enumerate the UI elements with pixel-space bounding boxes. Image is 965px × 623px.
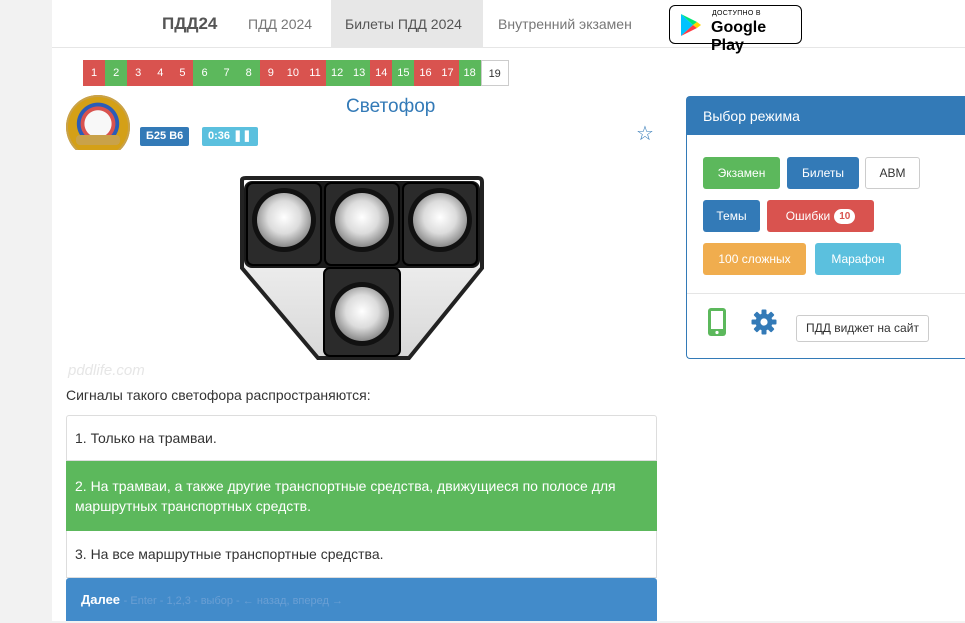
- top-navbar: ПДД24 ПДД 2024 Билеты ПДД 2024 Внутренни…: [52, 0, 965, 54]
- mode-selection-panel: Выбор режима Экзамен Билеты ABM Темы Оши…: [686, 96, 965, 359]
- question-number-6[interactable]: 6: [193, 60, 216, 86]
- page: ПДД24 ПДД 2024 Билеты ПДД 2024 Внутренни…: [0, 0, 965, 621]
- answer-option-2-correct[interactable]: 2. На трамваи, а также другие транспортн…: [66, 461, 657, 531]
- question-title: Светофор: [346, 96, 436, 117]
- nav-link-tickets[interactable]: Билеты ПДД 2024: [345, 16, 462, 32]
- question-number-1[interactable]: 1: [83, 60, 106, 86]
- exam-button[interactable]: Экзамен: [703, 157, 780, 189]
- nav-link-internal-exam[interactable]: Внутренний экзамен: [498, 16, 632, 32]
- answer-option-3[interactable]: 3. На все маршрутные транспортные средст…: [66, 531, 657, 578]
- marathon-button[interactable]: Марафон: [815, 243, 901, 275]
- image-watermark: pddlife.com: [68, 362, 145, 379]
- question-number-3[interactable]: 3: [127, 60, 150, 86]
- google-play-small-text: ДОСТУПНО В: [712, 10, 761, 17]
- question-number-12[interactable]: 12: [326, 60, 349, 86]
- settings-gear-icon[interactable]: [751, 309, 777, 335]
- next-button[interactable]: Далее - Enter - 1,2,3 - выбор - ← назад,…: [66, 578, 657, 621]
- keyboard-hint: - Enter - 1,2,3 - выбор - ← назад, впере…: [123, 595, 343, 607]
- answer-option-1[interactable]: 1. Только на трамваи.: [66, 415, 657, 461]
- main-container: ПДД24 ПДД 2024 Билеты ПДД 2024 Внутренни…: [52, 0, 965, 621]
- question-number-5[interactable]: 5: [171, 60, 194, 86]
- question-number-16[interactable]: 16: [414, 60, 437, 86]
- widget-button[interactable]: ПДД виджет на сайт: [796, 315, 929, 342]
- google-play-badge[interactable]: ДОСТУПНО В Google Play: [669, 5, 802, 54]
- question-number-13[interactable]: 13: [348, 60, 371, 86]
- brand-logo[interactable]: ПДД24: [162, 14, 217, 34]
- topics-button[interactable]: Темы: [703, 200, 760, 232]
- abm-button[interactable]: ABM: [865, 157, 920, 189]
- mode-panel-title: Выбор режима: [687, 97, 965, 135]
- timer-text: 0:36: [208, 130, 231, 142]
- answer-list: 1. Только на трамваи. 2. На трамваи, а т…: [66, 415, 657, 578]
- emblem-wing: [76, 135, 120, 145]
- traffic-light-image: [240, 176, 484, 360]
- ticket-question-badge: Б25 В6: [140, 127, 190, 146]
- errors-label: Ошибки: [785, 209, 831, 223]
- question-text: Сигналы такого светофора распространяютс…: [66, 387, 371, 403]
- question-number-7[interactable]: 7: [215, 60, 238, 86]
- question-number-9[interactable]: 9: [259, 60, 282, 86]
- timer-badge[interactable]: 0:36 ❚❚: [202, 127, 258, 146]
- errors-count-badge: 10: [834, 209, 856, 224]
- tickets-button[interactable]: Билеты: [787, 157, 859, 189]
- question-number-17[interactable]: 17: [436, 60, 459, 86]
- pause-icon[interactable]: ❚❚: [233, 130, 251, 142]
- question-number-8[interactable]: 8: [237, 60, 260, 86]
- next-label: Далее: [81, 592, 121, 607]
- question-number-2[interactable]: 2: [105, 60, 128, 86]
- favorite-star-icon[interactable]: ☆: [636, 121, 654, 146]
- question-number-11[interactable]: 11: [303, 60, 327, 86]
- panel-divider: [687, 293, 965, 294]
- google-play-icon: [681, 14, 701, 36]
- mobile-phone-icon[interactable]: [707, 307, 727, 337]
- question-number-19[interactable]: 19: [480, 60, 509, 86]
- hard-questions-button[interactable]: 100 сложных: [703, 243, 806, 275]
- question-number-18[interactable]: 18: [458, 60, 481, 86]
- question-number-14[interactable]: 14: [370, 60, 393, 86]
- google-play-text: Google Play: [711, 19, 767, 54]
- errors-button[interactable]: Ошибки 10: [767, 200, 874, 232]
- question-number-10[interactable]: 10: [281, 60, 304, 86]
- question-number-15[interactable]: 15: [392, 60, 415, 86]
- question-number-4[interactable]: 4: [149, 60, 172, 86]
- nav-link-pdd-2024[interactable]: ПДД 2024: [248, 16, 312, 32]
- ticket-question-numbers: 1 2 3 4 5 6 7 8 9 10 11 12 13 14 15 16 17 18 19: [83, 60, 509, 86]
- question-image: [66, 150, 657, 378]
